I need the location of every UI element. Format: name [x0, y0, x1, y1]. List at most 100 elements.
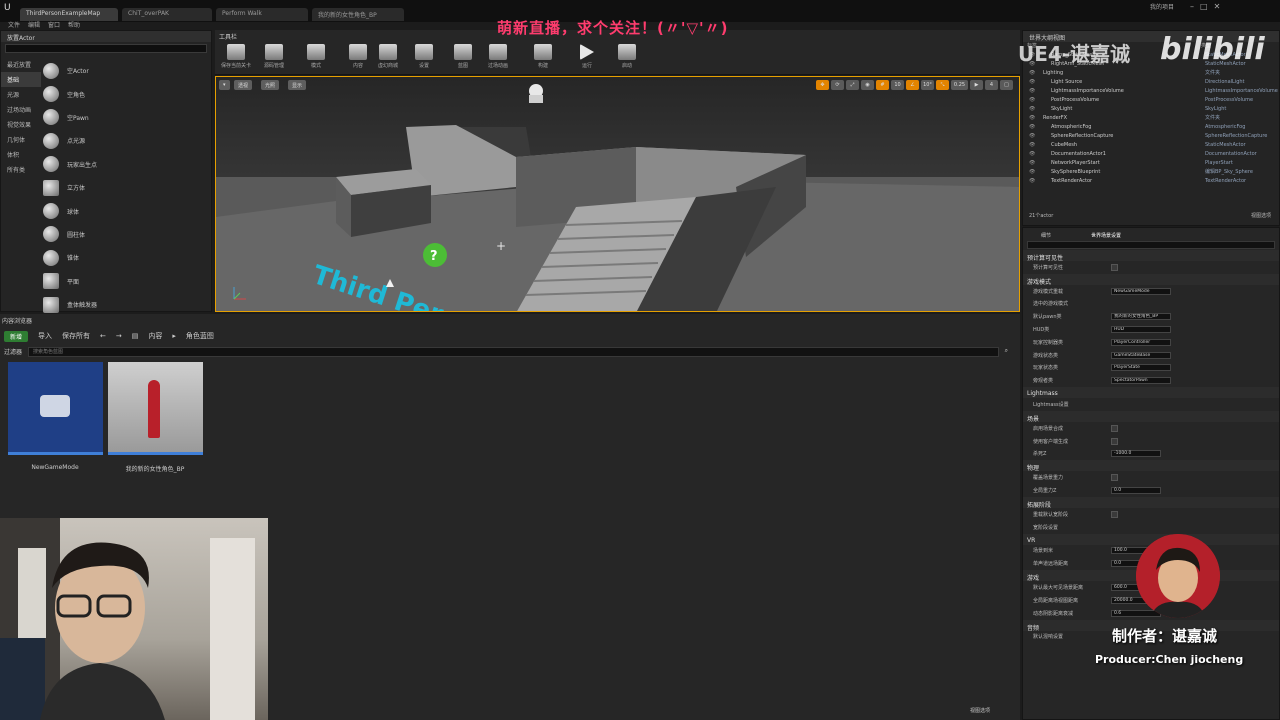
place-item[interactable]: 空Pawn	[43, 106, 209, 129]
visibility-eye-icon[interactable]: 👁	[1023, 124, 1037, 130]
outliner-row[interactable]: 👁 SphereReflectionCapture SphereReflection…	[1023, 131, 1279, 140]
scale-tool-icon[interactable]: ⤢	[846, 80, 859, 90]
scale-snap-value[interactable]: 0.25	[951, 80, 968, 90]
place-category[interactable]: 光源	[1, 87, 41, 102]
camera-speed-icon[interactable]: ▶	[970, 80, 983, 90]
property-dropdown[interactable]: PlayerController	[1111, 338, 1171, 346]
asset-search-input[interactable]: 搜索角色蓝图	[28, 347, 999, 357]
property-checkbox[interactable]	[1111, 424, 1118, 432]
asset-newgamemode[interactable]	[8, 362, 103, 457]
visibility-eye-icon[interactable]: 👁	[1023, 88, 1037, 94]
visibility-eye-icon[interactable]: 👁	[1023, 133, 1037, 139]
outliner-row[interactable]: 👁 CubeMesh StaticMeshActor	[1023, 140, 1279, 149]
show-button[interactable]: 显示	[288, 80, 307, 90]
place-item[interactable]: 平面	[43, 270, 209, 293]
toolbar-button[interactable]: 内容	[343, 44, 373, 74]
outliner-row[interactable]: 👁 LightmassImportanceVolume LightmassImpor…	[1023, 86, 1279, 95]
property-dropdown[interactable]: 我的新的女性角色_BP	[1111, 313, 1171, 321]
place-category[interactable]: 所有类	[1, 162, 41, 177]
property-dropdown[interactable]: SpectatorPawn	[1111, 377, 1171, 385]
place-item[interactable]: 盒体触发器	[43, 293, 209, 316]
details-search-input[interactable]	[1027, 241, 1275, 249]
import-button[interactable]: 导入	[38, 331, 52, 341]
menu-help[interactable]: 帮助	[68, 20, 80, 30]
place-category[interactable]: 过场动画	[1, 102, 41, 117]
visibility-eye-icon[interactable]: 👁	[1023, 115, 1037, 121]
place-item[interactable]: 空角色	[43, 82, 209, 105]
place-item[interactable]: 球体	[43, 199, 209, 222]
property-dropdown[interactable]: NewGameMode	[1111, 287, 1171, 295]
outliner-view-options[interactable]: 视图选项	[1251, 212, 1271, 219]
toolbar-button[interactable]: 蓝图	[448, 44, 478, 74]
menu-window[interactable]: 窗口	[48, 20, 60, 30]
visibility-eye-icon[interactable]: 👁	[1023, 151, 1037, 157]
view-options-button[interactable]: 视图选项	[970, 707, 990, 714]
tab-world-settings[interactable]: 世界场景设置	[1091, 232, 1121, 239]
outliner-row[interactable]: 👁 AtmosphericFog AtmosphericFog	[1023, 122, 1279, 131]
outliner-row[interactable]: 👁 TextRenderActor TextRenderActor	[1023, 176, 1279, 185]
details-section-header[interactable]: 游戏模式	[1023, 273, 1279, 286]
scale-snap-icon[interactable]: ⤡	[936, 80, 949, 90]
breadcrumb-content[interactable]: 内容	[148, 331, 162, 341]
details-section-header[interactable]: Lightmass	[1023, 387, 1279, 399]
toolbar-button[interactable]: 过场动画	[483, 44, 513, 74]
toolbar-button[interactable]: 虚幻商城	[373, 44, 403, 74]
rotate-tool-icon[interactable]: ⟳	[831, 80, 844, 90]
toolbar-button[interactable]: 设置	[409, 44, 439, 74]
place-item[interactable]: 锥体	[43, 246, 209, 269]
document-tab-3[interactable]: 我的新的女性角色_BP	[312, 8, 404, 21]
property-dropdown[interactable]: HUD	[1111, 326, 1171, 334]
toolbar-button[interactable]: 保存当前关卡	[221, 44, 251, 74]
property-checkbox[interactable]	[1111, 510, 1118, 518]
outliner-row[interactable]: 👁 SkyLight SkyLight	[1023, 104, 1279, 113]
maximize-icon[interactable]: □	[1200, 2, 1208, 11]
visibility-eye-icon[interactable]: 👁	[1023, 178, 1037, 184]
details-section-header[interactable]: 预计算可见性	[1023, 250, 1279, 262]
history-forward-icon[interactable]: →	[116, 332, 122, 340]
visibility-eye-icon[interactable]: 👁	[1023, 70, 1037, 76]
details-section-header[interactable]: 拓展阶段	[1023, 496, 1279, 509]
history-back-icon[interactable]: ←	[100, 332, 106, 340]
add-new-button[interactable]: 新增	[4, 330, 29, 342]
property-checkbox[interactable]	[1111, 437, 1118, 445]
outliner-row[interactable]: 👁 PostProcessVolume PostProcessVolume	[1023, 95, 1279, 104]
level-viewport[interactable]: Third Person ? + ▾ 透视 光照 显示 ✥ ⟳ ⤢ ◉ # 10…	[215, 76, 1020, 312]
place-item[interactable]: 圆柱体	[43, 223, 209, 246]
minimize-icon[interactable]: –	[1190, 2, 1194, 11]
viewport-menu-button[interactable]: ▾	[219, 80, 230, 90]
visibility-eye-icon[interactable]: 👁	[1023, 79, 1037, 85]
outliner-row[interactable]: 👁 DocumentationActor1 DocumentationActor	[1023, 149, 1279, 158]
place-category[interactable]: 体积	[1, 147, 41, 162]
maximize-viewport-icon[interactable]: □	[1000, 80, 1013, 90]
property-dropdown[interactable]: GameStateBase	[1111, 351, 1171, 359]
place-item[interactable]: 空Actor	[43, 59, 209, 82]
visibility-eye-icon[interactable]: 👁	[1023, 169, 1037, 175]
outliner-row[interactable]: 👁 SkySphereBlueprint 编辑BP_Sky_Sphere	[1023, 167, 1279, 176]
asset-female-character[interactable]	[108, 362, 203, 457]
toolbar-button[interactable]: 模式	[301, 44, 331, 74]
place-item[interactable]: 玩家出生点	[43, 153, 209, 176]
camera-speed-value[interactable]: 4	[985, 80, 998, 90]
property-dropdown[interactable]: PlayerState	[1111, 364, 1171, 372]
visibility-eye-icon[interactable]: 👁	[1023, 106, 1037, 112]
outliner-row[interactable]: 👁 Lighting 文件夹	[1023, 68, 1279, 77]
rotation-snap-value[interactable]: 10°	[921, 80, 934, 90]
place-search-input[interactable]	[5, 44, 207, 53]
breadcrumb-folder[interactable]: 角色蓝图	[186, 331, 214, 341]
lit-button[interactable]: 光照	[261, 80, 280, 90]
property-checkbox[interactable]	[1111, 474, 1118, 482]
place-category[interactable]: 几何体	[1, 132, 41, 147]
world-space-icon[interactable]: ◉	[861, 80, 874, 90]
details-section-header[interactable]: 场景	[1023, 410, 1279, 423]
place-item[interactable]: 立方体	[43, 176, 209, 199]
toolbar-button[interactable]: 运行	[572, 44, 602, 74]
place-category[interactable]: 视觉效果	[1, 117, 41, 132]
grid-snap-icon[interactable]: #	[876, 80, 889, 90]
close-icon[interactable]: ✕	[1214, 2, 1221, 11]
menu-edit[interactable]: 编辑	[28, 20, 40, 30]
property-checkbox[interactable]	[1111, 263, 1118, 271]
toolbar-button[interactable]: 构建	[528, 44, 558, 74]
visibility-eye-icon[interactable]: 👁	[1023, 97, 1037, 103]
visibility-eye-icon[interactable]: 👁	[1023, 160, 1037, 166]
details-section-header[interactable]: 物理	[1023, 460, 1279, 472]
